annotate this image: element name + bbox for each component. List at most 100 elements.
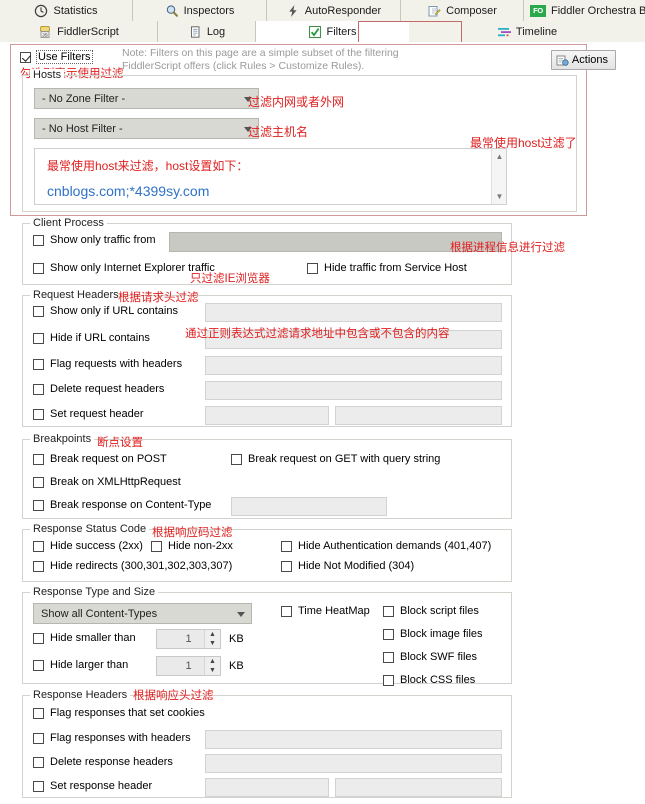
show-only-traffic-from-checkbox[interactable] — [33, 234, 44, 246]
show-only-if-url-row[interactable]: Show only if URL contains — [33, 305, 178, 317]
hide-auth-checkbox[interactable] — [281, 540, 292, 552]
content-types-select[interactable]: Show all Content-Types — [33, 603, 252, 624]
stepper-down-icon[interactable]: ▼ — [205, 639, 220, 648]
stepper-down-icon[interactable]: ▼ — [205, 666, 220, 675]
use-filters-checkbox[interactable] — [20, 51, 31, 63]
break-get-row[interactable]: Break request on GET with query string — [231, 453, 440, 465]
set-request-header-name-input[interactable] — [205, 406, 329, 425]
hide-non2xx-row[interactable]: Hide non-2xx — [151, 540, 233, 552]
hosts-scrollbar[interactable]: ▲ ▼ — [491, 149, 506, 204]
set-request-header-value-input[interactable] — [335, 406, 502, 425]
set-response-header-name-input[interactable] — [205, 778, 329, 797]
flag-requests-row[interactable]: Flag requests with headers — [33, 358, 182, 370]
stepper-buttons[interactable]: ▲ ▼ — [204, 630, 220, 648]
tab-filters[interactable]: Filters — [256, 21, 409, 42]
time-heatmap-row[interactable]: Time HeatMap — [281, 605, 370, 617]
flag-with-headers-row[interactable]: Flag responses with headers — [33, 732, 191, 744]
tab-statistics[interactable]: Statistics — [0, 0, 133, 21]
break-xhr-label: Break on XMLHttpRequest — [50, 476, 181, 488]
hide-larger-stepper[interactable]: 1 ▲ ▼ — [156, 656, 221, 676]
set-response-header-value-input[interactable] — [335, 778, 502, 797]
delete-response-headers-checkbox[interactable] — [33, 756, 44, 768]
delete-response-headers-input[interactable] — [205, 754, 502, 773]
actions-button[interactable]: Actions — [550, 50, 616, 70]
hide-success-checkbox[interactable] — [33, 540, 44, 552]
flag-with-headers-input[interactable] — [205, 730, 502, 749]
host-filter-select[interactable]: - No Host Filter - — [34, 118, 259, 139]
break-content-type-row[interactable]: Break response on Content-Type — [33, 499, 211, 511]
stepper-up-icon[interactable]: ▲ — [205, 630, 220, 639]
break-content-type-checkbox[interactable] — [33, 499, 44, 511]
response-type-group: Response Type and Size Show all Content-… — [22, 586, 512, 686]
break-post-checkbox[interactable] — [33, 453, 44, 465]
break-get-checkbox[interactable] — [231, 453, 242, 465]
hide-success-row[interactable]: Hide success (2xx) — [33, 540, 143, 552]
show-only-traffic-from-row[interactable]: Show only traffic from — [33, 234, 156, 246]
show-only-ie-checkbox[interactable] — [33, 262, 44, 274]
delete-request-headers-row[interactable]: Delete request headers — [33, 383, 164, 395]
break-content-type-input[interactable] — [231, 497, 387, 516]
use-filters-row[interactable]: Use Filters — [20, 50, 93, 64]
block-swf-row[interactable]: Block SWF files — [383, 651, 477, 663]
hide-smaller-unit: KB — [229, 633, 244, 645]
hide-redirects-row[interactable]: Hide redirects (300,301,302,303,307) — [33, 560, 232, 572]
break-xhr-row[interactable]: Break on XMLHttpRequest — [33, 476, 181, 488]
hide-service-host-checkbox[interactable] — [307, 262, 318, 274]
hide-not-modified-row[interactable]: Hide Not Modified (304) — [281, 560, 414, 572]
tab-log[interactable]: Log — [158, 21, 256, 42]
tab-timeline[interactable]: Timeline — [409, 21, 645, 42]
hide-if-url-label: Hide if URL contains — [50, 332, 150, 344]
block-swf-checkbox[interactable] — [383, 651, 394, 663]
client-process-caption: Client Process — [30, 217, 107, 229]
delete-request-headers-input[interactable] — [205, 381, 502, 400]
flag-cookies-checkbox[interactable] — [33, 707, 44, 719]
delete-request-headers-checkbox[interactable] — [33, 383, 44, 395]
block-script-checkbox[interactable] — [383, 605, 394, 617]
hide-if-url-row[interactable]: Hide if URL contains — [33, 332, 150, 344]
tab-fiddlerscript[interactable]: JS FiddlerScript — [0, 21, 158, 42]
stepper-buttons[interactable]: ▲ ▼ — [204, 657, 220, 675]
host-filter-textarea[interactable]: 最常使用host来过滤，host设置如下： cnblogs.com;*4399s… — [34, 148, 507, 205]
hide-smaller-stepper[interactable]: 1 ▲ ▼ — [156, 629, 221, 649]
hide-if-url-checkbox[interactable] — [33, 332, 44, 344]
hide-auth-row[interactable]: Hide Authentication demands (401,407) — [281, 540, 491, 552]
set-response-header-row[interactable]: Set response header — [33, 780, 152, 792]
scroll-down-icon[interactable]: ▼ — [492, 189, 507, 204]
hide-smaller-row[interactable]: Hide smaller than — [33, 632, 136, 644]
annotation-zone: 过滤内网或者外网 — [248, 95, 345, 109]
hide-redirects-checkbox[interactable] — [33, 560, 44, 572]
show-only-ie-row[interactable]: Show only Internet Explorer traffic — [33, 262, 215, 274]
hide-larger-checkbox[interactable] — [33, 659, 44, 671]
show-only-if-url-checkbox[interactable] — [33, 305, 44, 317]
set-request-header-checkbox[interactable] — [33, 408, 44, 420]
break-post-row[interactable]: Break request on POST — [33, 453, 167, 465]
block-css-row[interactable]: Block CSS files — [383, 674, 475, 686]
hide-not-modified-checkbox[interactable] — [281, 560, 292, 572]
hide-larger-row[interactable]: Hide larger than — [33, 659, 128, 671]
scroll-up-icon[interactable]: ▲ — [492, 149, 507, 164]
flag-requests-input[interactable] — [205, 356, 502, 375]
show-only-if-url-input[interactable] — [205, 303, 502, 322]
tab-inspectors[interactable]: Inspectors — [133, 0, 267, 21]
flag-requests-checkbox[interactable] — [33, 358, 44, 370]
set-response-header-checkbox[interactable] — [33, 780, 44, 792]
block-css-checkbox[interactable] — [383, 674, 394, 686]
delete-response-headers-row[interactable]: Delete response headers — [33, 756, 173, 768]
tab-autoresponder[interactable]: AutoResponder — [267, 0, 401, 21]
flag-with-headers-checkbox[interactable] — [33, 732, 44, 744]
break-xhr-checkbox[interactable] — [33, 476, 44, 488]
hide-smaller-checkbox[interactable] — [33, 632, 44, 644]
tab-fiddler-orchestra[interactable]: FO Fiddler Orchestra Beta — [524, 0, 645, 21]
hide-non2xx-checkbox[interactable] — [151, 540, 162, 552]
stepper-up-icon[interactable]: ▲ — [205, 657, 220, 666]
zone-filter-select[interactable]: - No Zone Filter - — [34, 88, 259, 109]
annotation-ie-only: 只过滤IE浏览器 — [190, 273, 270, 285]
time-heatmap-checkbox[interactable] — [281, 605, 292, 617]
hide-service-host-row[interactable]: Hide traffic from Service Host — [307, 262, 467, 274]
block-image-checkbox[interactable] — [383, 628, 394, 640]
flag-cookies-row[interactable]: Flag responses that set cookies — [33, 707, 205, 719]
tab-composer[interactable]: Composer — [401, 0, 524, 21]
block-script-row[interactable]: Block script files — [383, 605, 479, 617]
set-request-header-row[interactable]: Set request header — [33, 408, 144, 420]
block-image-row[interactable]: Block image files — [383, 628, 483, 640]
